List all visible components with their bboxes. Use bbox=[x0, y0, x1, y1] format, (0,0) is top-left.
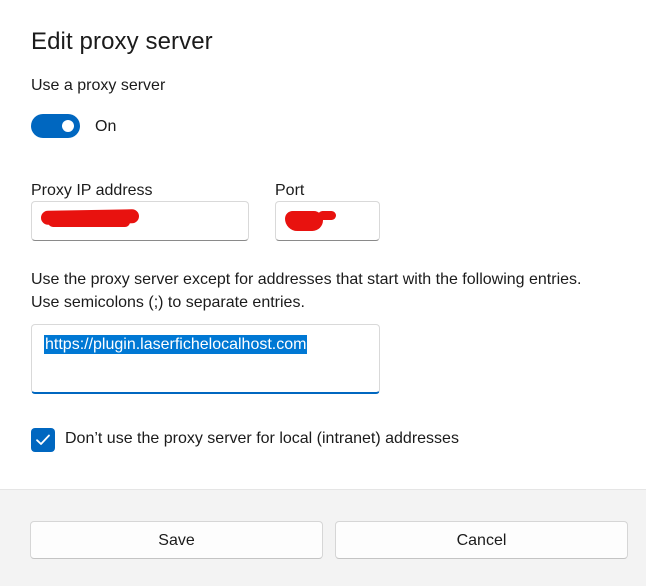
port-label: Port bbox=[275, 182, 305, 199]
redaction-mark bbox=[48, 217, 130, 227]
checkmark-icon bbox=[36, 434, 50, 445]
exceptions-description-line2: Use semicolons (;) to separate entries. bbox=[31, 294, 305, 311]
redaction-mark bbox=[318, 211, 336, 220]
local-bypass-checkbox[interactable] bbox=[31, 428, 55, 452]
toggle-state-label: On bbox=[95, 118, 117, 135]
exceptions-selected-text: https://plugin.laserfichelocalhost.com bbox=[44, 335, 308, 354]
proxy-ip-input[interactable] bbox=[31, 201, 249, 241]
dialog-footer: Save Cancel bbox=[0, 489, 646, 586]
cancel-button[interactable]: Cancel bbox=[335, 521, 628, 559]
toggle-knob bbox=[62, 120, 74, 132]
use-proxy-toggle[interactable] bbox=[31, 114, 80, 138]
dialog-title: Edit proxy server bbox=[31, 28, 213, 55]
exceptions-textarea[interactable]: https://plugin.laserfichelocalhost.com bbox=[31, 324, 380, 394]
use-proxy-label: Use a proxy server bbox=[31, 77, 166, 94]
exceptions-description-line1: Use the proxy server except for addresse… bbox=[31, 271, 582, 288]
port-input[interactable] bbox=[275, 201, 380, 241]
save-button[interactable]: Save bbox=[30, 521, 323, 559]
edit-proxy-dialog: Edit proxy server Use a proxy server On … bbox=[0, 0, 646, 586]
local-bypass-label: Don’t use the proxy server for local (in… bbox=[65, 430, 459, 447]
proxy-ip-label: Proxy IP address bbox=[31, 182, 153, 199]
